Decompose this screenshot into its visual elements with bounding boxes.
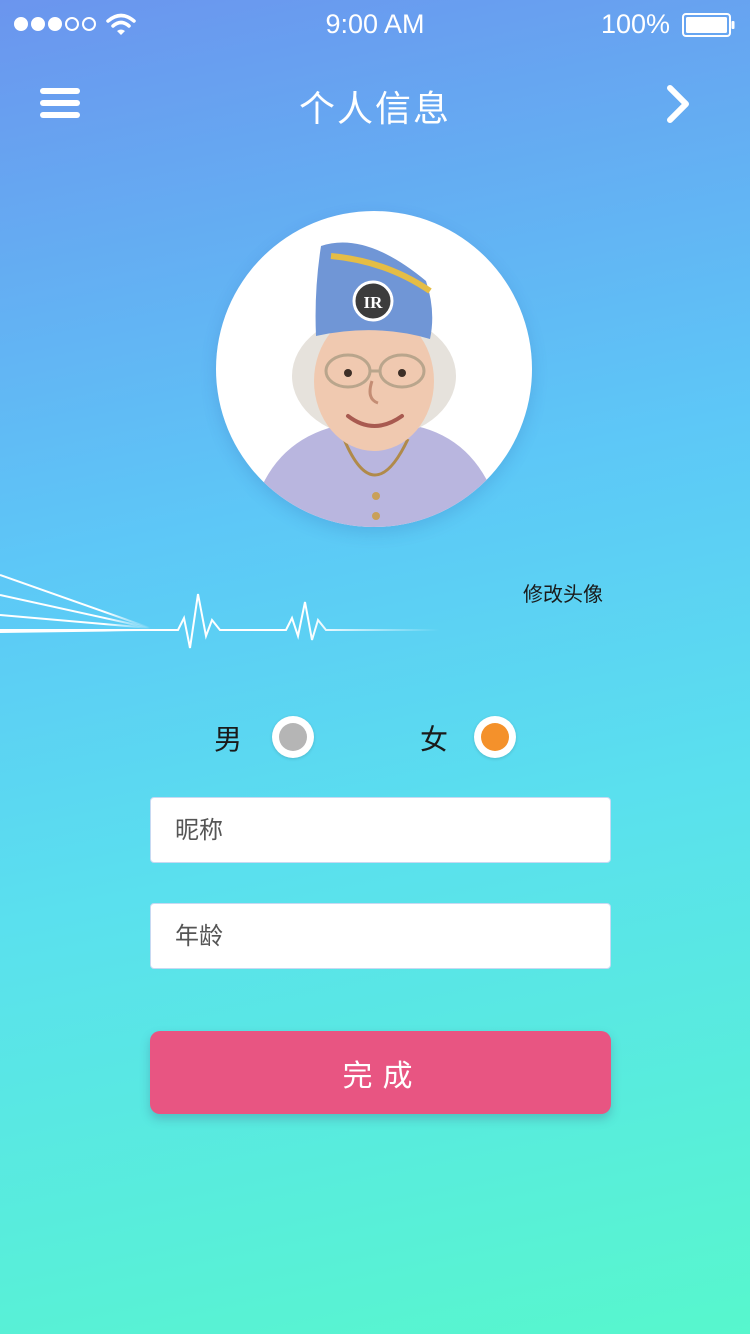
battery-percentage: 100%	[600, 9, 670, 39]
gender-female-radio[interactable]	[474, 716, 516, 758]
chevron-right-icon[interactable]	[660, 82, 700, 126]
heartbeat-line-icon	[0, 574, 440, 649]
gender-male-label: 男	[214, 723, 243, 756]
change-avatar-link[interactable]: 修改头像	[523, 578, 603, 607]
gender-male-radio[interactable]	[272, 716, 314, 758]
nav-bar: 个人信息	[0, 60, 750, 148]
gender-selector: 男 女	[0, 712, 750, 762]
avatar-portrait-image: IR	[256, 242, 496, 527]
age-input[interactable]	[150, 903, 611, 969]
page-title: 个人信息	[298, 89, 451, 130]
svg-text:IR: IR	[364, 293, 384, 312]
submit-button[interactable]: 完成	[150, 1031, 611, 1114]
nickname-input[interactable]	[150, 797, 611, 863]
battery-icon	[682, 13, 735, 37]
gender-female-label: 女	[420, 723, 449, 756]
gender-female-indicator	[481, 723, 509, 751]
avatar[interactable]: IR	[216, 211, 532, 527]
status-bar: 9:00 AM 100%	[0, 0, 750, 50]
gender-male-indicator	[279, 723, 307, 751]
